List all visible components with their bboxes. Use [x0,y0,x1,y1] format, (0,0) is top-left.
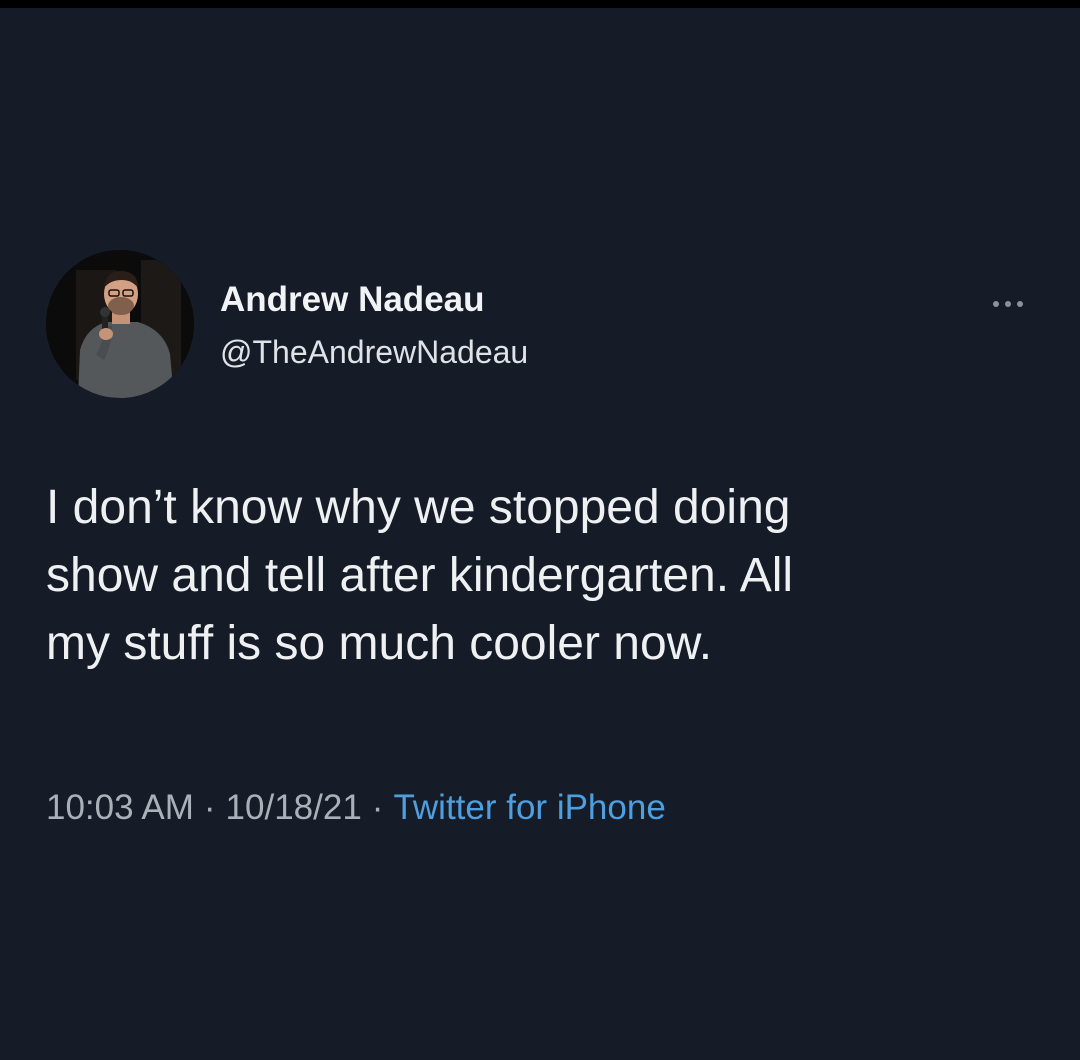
tweet-header: Andrew Nadeau @TheAndrewNadeau [46,250,1036,400]
separator-dot: · [203,788,216,827]
tweet-date[interactable]: 10/18/21 [226,788,362,827]
tweet-metadata: 10:03 AM · 10/18/21 · Twitter for iPhone [46,786,666,830]
author-handle[interactable]: @TheAndrewNadeau [220,334,528,370]
more-horizontal-icon[interactable] [980,294,1036,314]
tweet-text-line: I don’t know why we stopped doing [46,481,791,534]
tweet-text-line: my stuff is so much cooler now. [46,617,713,670]
avatar[interactable] [46,250,194,398]
tweet-text: I don’t know why we stopped doing show a… [46,474,1026,678]
author-info: Andrew Nadeau @TheAndrewNadeau [220,280,528,370]
more-dot [993,301,999,307]
separator-dot: · [371,788,384,827]
tweet-source-link[interactable]: Twitter for iPhone [393,788,665,827]
more-dot [1017,301,1023,307]
more-dot [1005,301,1011,307]
tweet-text-line: show and tell after kindergarten. All [46,549,794,602]
top-edge-strip [0,0,1080,8]
tweet-time[interactable]: 10:03 AM [46,788,194,827]
author-display-name[interactable]: Andrew Nadeau [220,280,528,320]
avatar-photo [46,250,194,398]
